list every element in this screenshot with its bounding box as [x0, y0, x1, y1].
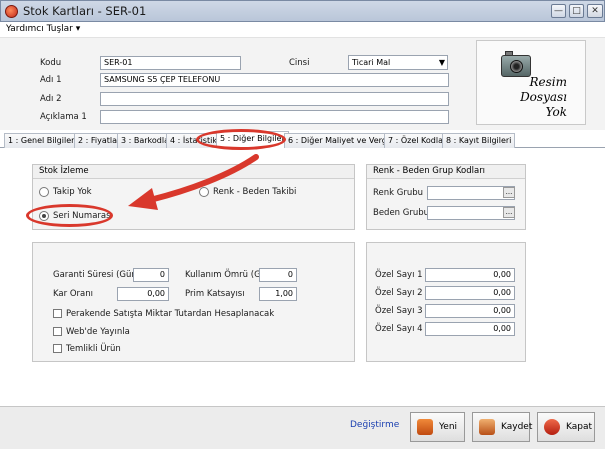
save-button[interactable]: Kaydet — [472, 412, 533, 442]
new-label: Yeni — [439, 422, 458, 432]
new-icon — [417, 419, 433, 435]
new-button[interactable]: Yeni — [410, 412, 465, 442]
close-button[interactable]: Kapat — [537, 412, 595, 442]
close-label: Kapat — [566, 422, 593, 432]
save-label: Kaydet — [501, 422, 533, 432]
save-icon — [479, 419, 495, 435]
degistirme-link[interactable]: Değiştirme — [350, 420, 399, 430]
annotation-arrow-icon — [128, 154, 259, 210]
footer-bar: Değiştirme Yeni Kaydet Kapat — [0, 406, 605, 449]
power-icon — [544, 419, 560, 435]
